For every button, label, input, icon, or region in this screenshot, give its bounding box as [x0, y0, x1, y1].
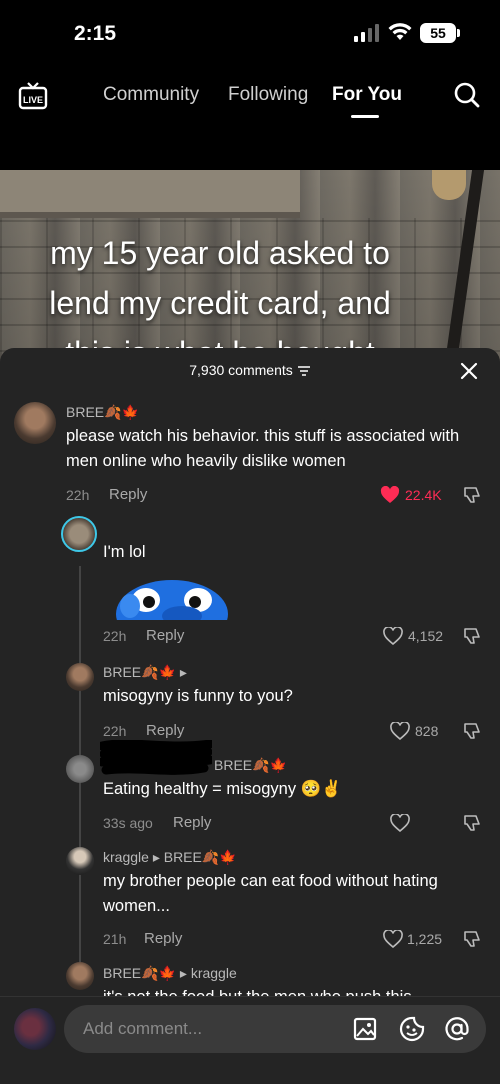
top-navigation: LIVE Community Following For You — [0, 70, 500, 120]
reply-button[interactable]: Reply — [109, 486, 147, 503]
comment-count[interactable]: 7,930 comments — [0, 362, 500, 378]
mention-icon[interactable] — [443, 1015, 471, 1043]
reply-button[interactable]: Reply — [144, 930, 182, 947]
heart-outline-icon[interactable] — [383, 627, 403, 645]
comment-input-bar: Add comment... — [0, 996, 500, 1084]
heart-outline-icon[interactable] — [383, 930, 403, 948]
like-count: 828 — [415, 723, 439, 739]
tab-following[interactable]: Following — [228, 84, 308, 106]
active-tab-indicator — [351, 115, 379, 118]
reply-button[interactable]: Reply — [173, 814, 211, 831]
dislike-icon[interactable] — [462, 930, 482, 948]
comment-item: BREE🍂🍁 please watch his behavior. this s… — [0, 400, 500, 510]
avatar[interactable] — [14, 402, 56, 444]
image-icon[interactable] — [351, 1015, 379, 1043]
heart-outline-icon[interactable] — [390, 814, 410, 832]
like-count: 4,152 — [408, 628, 444, 644]
filter-icon — [297, 366, 310, 377]
dislike-icon[interactable] — [462, 722, 482, 740]
close-icon[interactable] — [459, 361, 479, 381]
comment-text: I'm lol — [103, 543, 146, 561]
avatar[interactable] — [61, 516, 97, 552]
comments-header: 7,930 comments — [0, 348, 500, 394]
wifi-icon — [388, 23, 412, 40]
avatar[interactable] — [66, 755, 94, 783]
comment-username-text: kraggle — [103, 849, 149, 865]
status-bar: 2:15 55 — [0, 0, 500, 60]
avatar[interactable] — [66, 962, 94, 990]
comment-input[interactable]: Add comment... — [64, 1005, 486, 1053]
comment-time: 33s ago — [103, 815, 153, 831]
comments-sheet: 7,930 comments BREE🍂🍁 please watch his b… — [0, 348, 500, 1084]
cellular-signal-icon — [354, 24, 379, 42]
search-icon[interactable] — [453, 81, 481, 109]
reply-arrow-icon: ▸ — [179, 965, 187, 981]
comment-username[interactable]: kraggle ▸ BREE🍂🍁 — [103, 849, 237, 866]
avatar[interactable] — [66, 847, 94, 875]
comment-item: BREE🍂🍁 ▸ misogyny is funny to you? 22h R… — [0, 661, 500, 745]
caption-line-1: my 15 year old asked to — [50, 235, 390, 271]
caption-line-2: lend my credit card, and — [49, 285, 391, 321]
live-label: LIVE — [23, 95, 43, 105]
heart-outline-icon[interactable] — [390, 722, 410, 740]
comment-time: 21h — [103, 931, 127, 947]
like-count: 1,225 — [407, 931, 443, 947]
comment-time: 22h — [103, 628, 127, 644]
comment-input-placeholder: Add comment... — [83, 1019, 203, 1038]
battery-tip — [457, 29, 460, 37]
reply-to-username: kraggle — [190, 965, 237, 981]
comment-time: 22h — [103, 723, 127, 739]
comment-count-label: 7,930 comments — [189, 362, 293, 378]
reply-arrow-icon: ▸ — [152, 849, 160, 865]
comment-username-text: BREE🍂🍁 — [103, 664, 176, 680]
comment-text: my brother people can eat food without h… — [103, 872, 438, 915]
comment-item: I'm lol 22h Reply 4,152 — [0, 516, 500, 652]
reply-arrow-icon: ▸ — [179, 664, 187, 680]
tab-community[interactable]: Community — [103, 84, 199, 106]
reply-button[interactable]: Reply — [146, 627, 184, 644]
my-avatar — [14, 1008, 56, 1050]
screen: 2:15 55 LIVE Community Following For You — [0, 0, 500, 1084]
comment-text: Eating healthy = misogyny 🥺✌️ — [103, 780, 342, 798]
status-time: 2:15 — [74, 22, 117, 45]
like-count: 22.4K — [405, 487, 442, 503]
comment-item: kraggle ▸ BREE🍂🍁 my brother people can e… — [0, 845, 500, 955]
dislike-icon[interactable] — [462, 486, 482, 504]
emoji-sticker-icon[interactable] — [398, 1015, 426, 1043]
comment-text: please watch his behavior. this stuff is… — [66, 427, 460, 470]
reply-button[interactable]: Reply — [146, 722, 184, 739]
battery-level: 55 — [420, 23, 456, 43]
comment-username[interactable]: BREE🍂🍁 — [66, 404, 139, 421]
redaction-scribble — [100, 740, 212, 775]
heart-filled-icon[interactable] — [380, 486, 400, 504]
comment-username[interactable]: BREE🍂🍁 ▸ kraggle — [103, 965, 237, 982]
dislike-icon[interactable] — [462, 627, 482, 645]
video-shelf — [0, 170, 300, 218]
comment-username[interactable]: BREE🍂🍁 ▸ — [103, 664, 187, 681]
live-tv-icon[interactable]: LIVE — [18, 82, 48, 110]
comment-time: 22h — [66, 487, 90, 503]
comment-text: misogyny is funny to you? — [103, 687, 293, 705]
blue-emoji-sticker — [116, 580, 228, 620]
comment-item: BREE🍂🍁 Eating healthy = misogyny 🥺✌️ 33s… — [0, 753, 500, 837]
video-basket — [432, 170, 466, 200]
avatar[interactable] — [66, 663, 94, 691]
comment-username[interactable]: BREE🍂🍁 — [214, 757, 287, 774]
reply-to-username: BREE🍂🍁 — [163, 849, 237, 865]
dislike-icon[interactable] — [462, 814, 482, 832]
comment-username-text: BREE🍂🍁 — [103, 965, 176, 981]
tab-for-you[interactable]: For You — [332, 84, 402, 106]
